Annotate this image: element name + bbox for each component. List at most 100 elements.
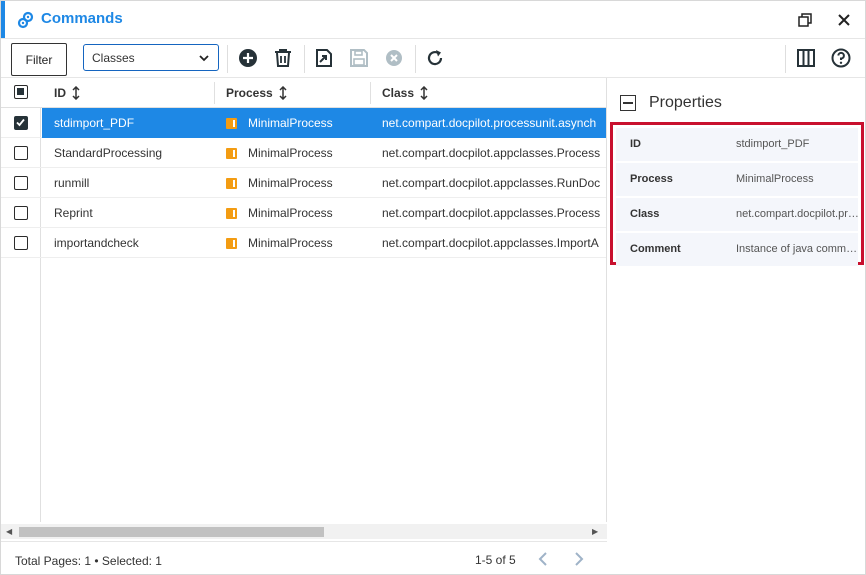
class-select-value: Classes [92,50,135,65]
cell-process-text: MinimalProcess [248,116,333,130]
gears-icon [17,11,35,29]
refresh-icon [427,50,443,66]
selection-info: Total Pages: 1 • Selected: 1 [15,554,162,568]
commands-table: ID Process Class stdimport_PDF MinimalPr… [1,78,607,522]
chevron-right-icon [575,552,584,566]
cell-process-text: MinimalProcess [248,176,333,190]
property-row: ID stdimport_PDF [616,128,858,161]
restore-icon [798,13,812,27]
commands-window: Commands Filter Classes ID Process Class… [0,0,866,575]
horizontal-scrollbar[interactable]: ◀ ▶ [1,524,607,539]
properties-panel: Properties ID stdimport_PDF Process Mini… [608,78,865,575]
chevron-left-icon [538,552,547,566]
row-checkbox[interactable] [14,176,28,190]
trash-icon [275,49,291,67]
sort-icon [279,86,287,100]
next-page-button[interactable] [571,551,587,567]
cell-class: net.compart.docpilot.processunit.asynch [382,116,597,130]
cancel-circle-icon [386,50,402,66]
select-all-checkbox[interactable] [14,85,28,99]
toolbar-divider [785,45,786,73]
cell-process: MinimalProcess [226,108,376,138]
property-key: Class [630,208,660,220]
cell-class: net.compart.docpilot.appclasses.ImportA [382,236,599,250]
sort-icon [420,86,428,100]
table-row[interactable]: stdimport_PDF MinimalProcess net.compart… [1,108,606,138]
table-footer: Total Pages: 1 • Selected: 1 1-5 of 5 [1,541,607,575]
table-row[interactable]: importandcheck MinimalProcess net.compar… [1,228,606,258]
restore-button[interactable] [794,9,816,31]
process-icon [226,237,237,249]
property-row: Comment Instance of java command [616,233,860,266]
cell-class: net.compart.docpilot.appclasses.RunDoc [382,176,601,190]
column-header-process[interactable]: Process [226,78,287,108]
table-row[interactable]: runmill MinimalProcess net.compart.docpi… [1,168,606,198]
toolbar-divider [415,45,416,73]
row-content[interactable]: StandardProcessing MinimalProcess net.co… [42,138,606,168]
column-divider[interactable] [214,82,215,104]
cancel-button[interactable] [383,47,405,69]
row-checkbox[interactable] [14,116,28,130]
class-select[interactable]: Classes [83,44,219,71]
process-icon [226,147,237,159]
add-circle-icon [239,49,257,67]
property-row: Process MinimalProcess [616,163,858,196]
check-icon [16,118,25,127]
row-content[interactable]: runmill MinimalProcess net.compart.docpi… [42,168,606,198]
export-button[interactable] [313,47,335,69]
column-divider[interactable] [370,82,371,104]
indeterminate-mark [17,88,24,95]
page-range: 1-5 of 5 [475,553,516,567]
collapse-icon[interactable] [620,95,636,111]
columns-icon [797,49,815,67]
toolbar-divider [304,45,305,73]
property-key: Process [630,173,673,185]
help-circle-icon [831,48,851,68]
property-row: Class net.compart.docpilot.processunit.a… [616,198,860,231]
toolbar: Filter Classes [1,38,865,78]
properties-header: Properties [620,94,722,112]
column-label: Process [226,86,273,100]
title-bar: Commands [1,1,865,38]
table-row[interactable]: StandardProcessing MinimalProcess net.co… [1,138,606,168]
property-key: ID [630,138,641,150]
process-icon [226,207,237,219]
add-button[interactable] [237,47,259,69]
toolbar-divider [227,45,228,73]
table-header: ID Process Class [1,78,606,108]
columns-button[interactable] [795,47,817,69]
help-button[interactable] [830,47,852,69]
cell-process: MinimalProcess [226,198,376,228]
cell-process-text: MinimalProcess [248,206,333,220]
save-icon [350,49,368,67]
column-header-class[interactable]: Class [382,78,428,108]
refresh-button[interactable] [424,47,446,69]
sort-icon [72,86,80,100]
scroll-right-icon[interactable]: ▶ [592,527,598,536]
scroll-left-icon[interactable]: ◀ [6,527,12,536]
chevron-down-icon [199,55,209,62]
cell-id: importandcheck [54,236,139,250]
table-row[interactable]: Reprint MinimalProcess net.compart.docpi… [1,198,606,228]
row-content[interactable]: Reprint MinimalProcess net.compart.docpi… [42,198,606,228]
scrollbar-thumb[interactable] [19,527,324,537]
process-icon [226,117,237,129]
close-button[interactable] [833,9,855,31]
window-title: Commands [41,10,123,27]
save-button[interactable] [348,47,370,69]
row-content[interactable]: stdimport_PDF MinimalProcess net.compart… [42,108,606,138]
column-header-id[interactable]: ID [54,78,80,108]
property-key: Comment [630,243,681,255]
cell-id: Reprint [54,206,93,220]
row-checkbox[interactable] [14,206,28,220]
column-label: ID [54,86,66,100]
properties-highlight: ID stdimport_PDF Process MinimalProcess … [610,122,864,266]
file-export-icon [316,49,332,67]
delete-button[interactable] [272,47,294,69]
row-checkbox[interactable] [14,146,28,160]
filter-button[interactable]: Filter [11,43,67,76]
previous-page-button[interactable] [535,551,551,567]
property-value: stdimport_PDF [736,138,810,150]
row-checkbox[interactable] [14,236,28,250]
row-content[interactable]: importandcheck MinimalProcess net.compar… [42,228,606,258]
